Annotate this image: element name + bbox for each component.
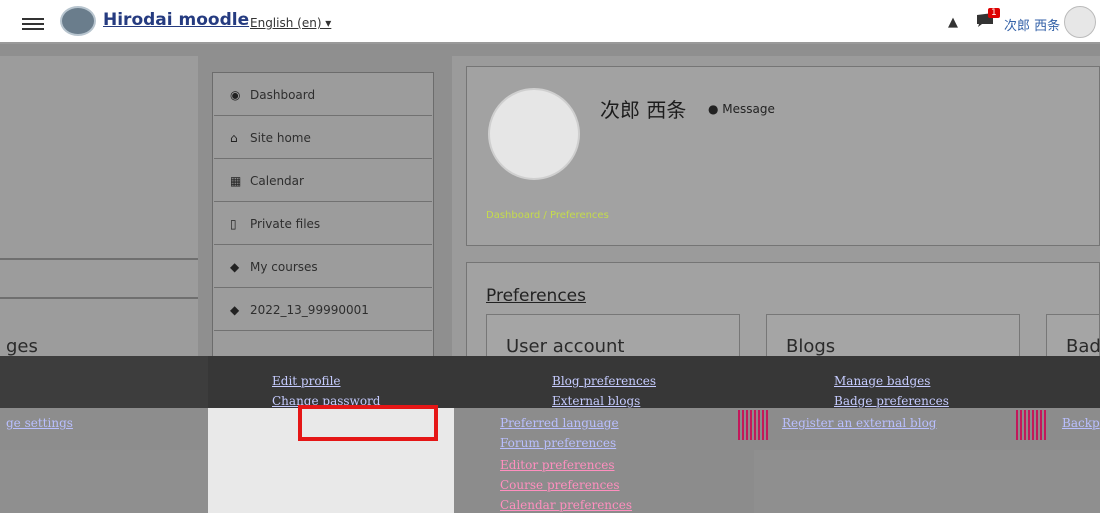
preferences-heading: Preferences xyxy=(486,286,586,306)
badge-preferences-link[interactable]: Badge preferences xyxy=(834,394,949,408)
course-preferences-link[interactable]: Course preferences xyxy=(500,478,620,492)
nav-item-my-courses[interactable]: ◆ My courses xyxy=(214,246,432,288)
badges-heading: Bad xyxy=(1066,336,1100,357)
edit-profile-link[interactable]: Edit profile xyxy=(272,374,341,388)
bottom-right-area xyxy=(754,450,1100,513)
manage-badges-link[interactable]: Manage badges xyxy=(834,374,930,388)
external-blogs-link[interactable]: External blogs xyxy=(552,394,640,408)
home-icon: ⌂ xyxy=(230,130,238,145)
file-icon: ▯ xyxy=(230,216,237,231)
visual-artifact xyxy=(738,410,768,440)
chat-icon: ● xyxy=(708,102,723,116)
menu-icon[interactable] xyxy=(22,18,44,32)
profile-picture xyxy=(488,88,580,180)
graduation-cap-icon: ◆ xyxy=(230,259,240,274)
partial-heading: ges xyxy=(6,336,38,357)
bell-icon[interactable]: ▲ xyxy=(948,15,958,30)
highlight-box xyxy=(298,405,438,441)
site-logo[interactable] xyxy=(60,6,96,36)
nav-item-private-files[interactable]: ▯ Private files xyxy=(214,203,432,245)
message-button[interactable]: ● Message xyxy=(708,102,775,116)
register-external-blog-link[interactable]: Register an external blog xyxy=(782,416,936,430)
nav-item-label: Dashboard xyxy=(250,87,316,102)
nav-item-site-home[interactable]: ⌂ Site home xyxy=(214,117,432,159)
editor-preferences-link[interactable]: Editor preferences xyxy=(500,458,615,472)
blogs-heading: Blogs xyxy=(786,336,836,357)
user-menu-name[interactable]: 次郎 西条 xyxy=(1004,15,1060,34)
backpack-link[interactable]: Backp xyxy=(1062,416,1100,430)
bottom-left-area xyxy=(0,450,208,513)
divider xyxy=(0,258,198,260)
nav-item-label: My courses xyxy=(250,259,318,274)
message-label: Message xyxy=(722,102,775,116)
page-title: 次郎 西条 xyxy=(600,98,687,122)
notification-badge: 1 xyxy=(988,8,1000,18)
nav-item-dashboard[interactable]: ◉ Dashboard xyxy=(214,74,432,116)
calendar-icon: ▦ xyxy=(230,173,242,188)
nav-item-label: 2022_13_99990001 xyxy=(250,302,369,317)
tachometer-icon: ◉ xyxy=(230,87,241,102)
calendar-preferences-link[interactable]: Calendar preferences xyxy=(500,498,632,512)
breadcrumb[interactable]: Dashboard / Preferences xyxy=(486,210,609,221)
nav-item-label: Private files xyxy=(250,216,321,231)
nav-item-calendar[interactable]: ▦ Calendar xyxy=(214,160,432,202)
visual-artifact xyxy=(1016,410,1046,440)
nav-item-course[interactable]: ◆ 2022_13_99990001 xyxy=(214,289,432,331)
preferred-language-link[interactable]: Preferred language xyxy=(500,416,619,430)
nav-item-label: Site home xyxy=(250,130,311,145)
divider xyxy=(0,297,198,299)
graduation-cap-icon: ◆ xyxy=(230,302,240,317)
left-panel xyxy=(0,56,198,356)
blog-preferences-link[interactable]: Blog preferences xyxy=(552,374,656,388)
language-selector[interactable]: English (en) ▾ xyxy=(250,16,331,30)
site-name-link[interactable]: Hirodai moodle xyxy=(103,10,249,30)
partial-settings-link[interactable]: ge settings xyxy=(6,416,73,430)
nav-item-label: Calendar xyxy=(250,173,304,188)
forum-preferences-link[interactable]: Forum preferences xyxy=(500,436,616,450)
avatar[interactable] xyxy=(1064,6,1096,38)
user-account-heading: User account xyxy=(506,336,625,357)
